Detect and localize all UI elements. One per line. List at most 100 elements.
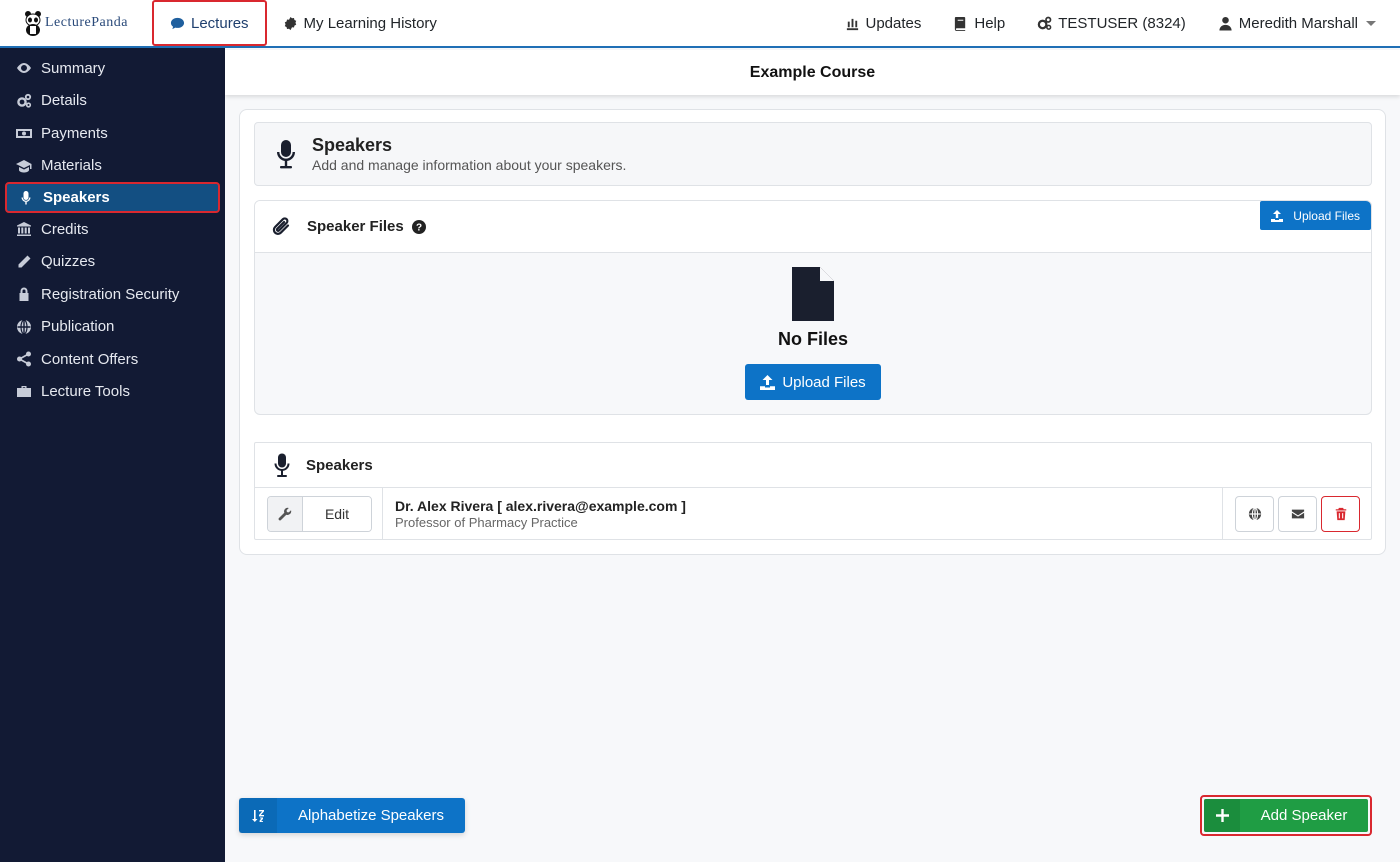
sidebar-item-label: Details <box>41 92 87 110</box>
briefcase-icon <box>17 385 31 397</box>
logo-text: LecturePanda <box>45 15 128 30</box>
eye-icon <box>17 63 31 74</box>
sidebar-item-label: Summary <box>41 59 106 77</box>
nav-account[interactable]: TESTUSER (8324) <box>1021 0 1202 46</box>
sidebar-item-summary[interactable]: Summary <box>0 52 225 85</box>
sidebar-item-credits[interactable]: Credits <box>0 213 225 246</box>
nav-lectures-label: Lectures <box>191 14 249 32</box>
money-icon <box>16 129 32 139</box>
speaker-email-button[interactable] <box>1278 496 1317 532</box>
file-icon <box>792 267 834 321</box>
upload-icon <box>760 374 776 390</box>
microphone-icon <box>274 453 290 477</box>
speakers-header: Speakers Add and manage information abou… <box>254 122 1372 186</box>
envelope-icon <box>1291 509 1304 519</box>
nav-help[interactable]: Help <box>937 0 1021 46</box>
book-icon <box>955 16 966 31</box>
speaker-files-panel: Speaker Files ? Upload Files No Files Up… <box>254 200 1372 415</box>
add-speaker-button[interactable]: Add Speaker <box>1200 795 1372 836</box>
sidebar-item-label: Credits <box>41 220 89 238</box>
updates-icon <box>846 18 858 30</box>
sidebar-item-materials[interactable]: Materials <box>0 150 225 183</box>
share-icon <box>17 351 31 367</box>
nav-user-label: Meredith Marshall <box>1238 14 1358 32</box>
main-content: Example Course Speakers Add and manage i… <box>225 50 1400 862</box>
nav-user-menu[interactable]: Meredith Marshall <box>1202 0 1400 46</box>
panda-logo-icon <box>25 11 41 36</box>
lock-icon <box>19 287 29 302</box>
sidebar-item-payments[interactable]: Payments <box>0 117 225 150</box>
nav-updates-label: Updates <box>865 14 922 32</box>
sidebar-item-speakers[interactable]: Speakers <box>5 182 220 213</box>
svg-text:?: ? <box>416 222 422 233</box>
speakers-subtitle: Add and manage information about your sp… <box>312 157 627 173</box>
sidebar-item-content-offers[interactable]: Content Offers <box>0 343 225 376</box>
pencil-icon <box>17 255 31 269</box>
edit-cell: Edit <box>255 488 383 540</box>
speakers-list-panel: Speakers Edit Dr. Alex Rivera [ alex.riv… <box>254 442 1372 540</box>
empty-state: No Files Upload Files <box>255 253 1371 400</box>
globe-icon <box>1248 507 1261 521</box>
speaker-actions <box>1223 496 1371 532</box>
nav-learning-history-label: My Learning History <box>303 14 437 32</box>
sidebar-item-publication[interactable]: Publication <box>0 311 225 344</box>
nav-help-label: Help <box>974 14 1006 32</box>
sidebar: Summary Details Payments Materials Speak… <box>0 48 225 862</box>
nav-updates[interactable]: Updates <box>829 0 938 46</box>
alphabetize-label: Alphabetize Speakers <box>298 807 444 824</box>
sidebar-item-quizzes[interactable]: Quizzes <box>0 246 225 279</box>
certificate-icon <box>284 16 296 30</box>
bank-icon <box>17 222 31 237</box>
comment-icon <box>170 17 185 29</box>
alphabetize-speakers-button[interactable]: Alphabetize Speakers <box>239 798 465 833</box>
sidebar-item-label: Payments <box>41 124 108 142</box>
delete-speaker-button[interactable] <box>1321 496 1360 532</box>
speakers-title: Speakers <box>312 135 393 155</box>
sidebar-item-label: Quizzes <box>41 253 96 271</box>
brand-logo[interactable]: LecturePanda <box>0 0 152 46</box>
speaker-name: Dr. Alex Rivera [ alex.rivera@example.co… <box>395 498 686 514</box>
sidebar-item-label: Materials <box>41 157 102 175</box>
add-speaker-label: Add Speaker <box>1260 807 1348 824</box>
nav-account-label: TESTUSER (8324) <box>1058 14 1186 32</box>
upload-files-label: Upload Files <box>782 373 866 391</box>
sidebar-item-label: Registration Security <box>41 285 180 303</box>
speaker-info: Dr. Alex Rivera [ alex.rivera@example.co… <box>383 488 1223 540</box>
question-circle-icon[interactable]: ? <box>411 219 426 234</box>
graduation-cap-icon <box>16 159 32 173</box>
no-files-text: No Files <box>777 329 848 349</box>
speaker-files-header: Speaker Files ? Upload Files <box>255 201 1371 253</box>
speakers-list-title: Speakers <box>306 456 373 474</box>
table-row: Edit Dr. Alex Rivera [ alex.rivera@examp… <box>255 488 1371 540</box>
course-title: Example Course <box>225 50 1400 95</box>
upload-files-button[interactable]: Upload Files <box>745 364 881 400</box>
upload-icon <box>1271 209 1284 222</box>
microphone-icon <box>277 140 295 169</box>
speaker-website-button[interactable] <box>1235 496 1274 532</box>
upload-files-button-small[interactable]: Upload Files <box>1260 201 1371 230</box>
sidebar-item-label: Content Offers <box>41 350 139 368</box>
wrench-icon <box>268 497 303 531</box>
sort-alpha-icon <box>239 798 277 833</box>
sidebar-item-label: Speakers <box>43 189 110 206</box>
edit-label: Edit <box>303 497 371 531</box>
edit-speaker-button[interactable]: Edit <box>267 496 372 532</box>
trash-icon <box>1335 507 1346 521</box>
nav-learning-history[interactable]: My Learning History <box>267 0 453 46</box>
speakers-card: Speakers Add and manage information abou… <box>239 109 1386 555</box>
user-icon <box>1219 16 1232 31</box>
sidebar-item-details[interactable]: Details <box>0 85 225 118</box>
speaker-files-title: Speaker Files <box>307 218 404 235</box>
microphone-icon <box>21 190 31 204</box>
sidebar-item-label: Lecture Tools <box>41 383 130 401</box>
top-navbar: LecturePanda Lectures My Learning Histor… <box>0 0 1400 48</box>
gears-icon <box>1037 16 1052 30</box>
speakers-list-header: Speakers <box>255 443 1371 488</box>
chevron-down-icon <box>1366 20 1376 26</box>
sidebar-item-label: Publication <box>41 318 115 336</box>
nav-lectures[interactable]: Lectures <box>152 0 267 46</box>
gears-icon <box>17 93 32 108</box>
sidebar-item-registration-security[interactable]: Registration Security <box>0 278 225 311</box>
upload-files-small-label: Upload Files <box>1293 208 1360 223</box>
sidebar-item-lecture-tools[interactable]: Lecture Tools <box>0 376 225 409</box>
